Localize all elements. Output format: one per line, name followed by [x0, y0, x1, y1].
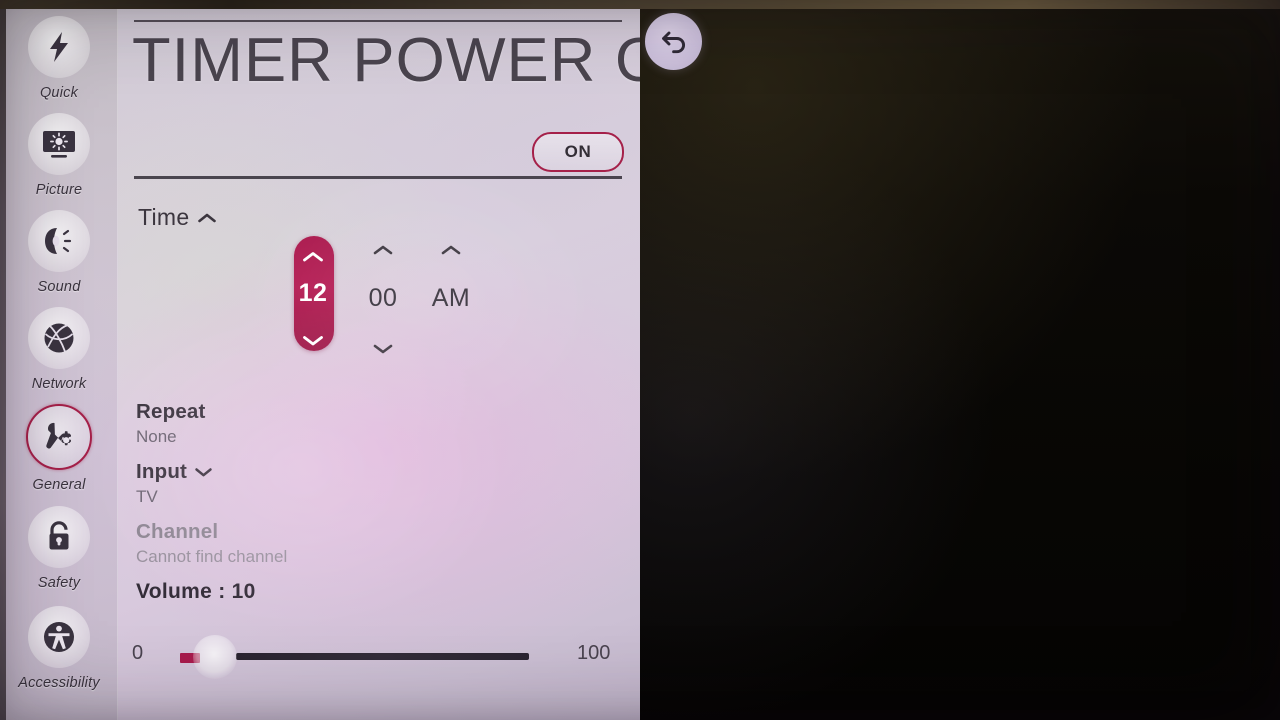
sidebar-item-network[interactable]: Network [0, 307, 118, 392]
channel-value: Cannot find channel [136, 547, 288, 566]
screen-left-edge [0, 0, 6, 720]
sidebar-item-label: General [32, 477, 86, 493]
sidebar-item-label: Network [31, 376, 87, 392]
back-arrow-icon [661, 31, 685, 53]
accessibility-person-icon [28, 606, 90, 668]
back-button[interactable] [645, 13, 702, 70]
channel-header: Channel [136, 520, 287, 544]
repeat-value: None [136, 427, 177, 446]
tv-picture-dark-area [640, 0, 1280, 720]
repeat-label: Repeat [136, 400, 206, 423]
volume-slider[interactable]: 0 100 [118, 635, 640, 682]
repeat-header[interactable]: Repeat [136, 400, 206, 424]
volume-slider-track[interactable] [236, 653, 529, 660]
padlock-icon [28, 506, 90, 568]
speaker-icon [28, 210, 90, 272]
chevron-down-icon [194, 466, 213, 478]
globe-icon [28, 307, 90, 369]
repeat-row[interactable]: Repeat None [136, 400, 206, 447]
sidebar-item-label: Quick [39, 85, 79, 101]
display-brightness-icon [28, 113, 90, 175]
volume-max-label: 100 [577, 642, 611, 664]
header-divider-bottom [134, 176, 622, 179]
time-section-header[interactable]: Time [138, 204, 217, 231]
channel-row: Channel Cannot find channel [136, 520, 287, 567]
sidebar-item-label: Sound [37, 279, 81, 295]
sidebar-item-safety[interactable]: Safety [0, 506, 118, 591]
timer-power-on-toggle[interactable]: ON [532, 132, 624, 172]
input-header[interactable]: Input [136, 460, 213, 484]
lightning-icon [28, 16, 90, 78]
channel-label: Channel [136, 520, 219, 543]
sidebar-item-accessibility[interactable]: Accessibility [0, 606, 118, 691]
settings-panel: Quick Picture Sound Network General Safe… [0, 8, 640, 720]
settings-sidebar: Quick Picture Sound Network General Safe… [0, 8, 118, 720]
time-label: Time [138, 204, 190, 230]
sidebar-item-label: Safety [37, 575, 81, 591]
input-label: Input [136, 460, 188, 483]
sidebar-item-label: Accessibility [18, 675, 100, 691]
settings-content: TIMER POWER ON ON Time 12 [118, 8, 640, 720]
sidebar-item-sound[interactable]: Sound [0, 210, 118, 295]
meridiem-value: AM [431, 284, 471, 312]
screen-top-band [0, 0, 1280, 9]
sidebar-item-general[interactable]: General [0, 404, 118, 493]
input-value: TV [136, 487, 158, 506]
sidebar-item-quick[interactable]: Quick [0, 16, 118, 101]
sidebar-item-picture[interactable]: Picture [0, 113, 118, 198]
input-row[interactable]: Input TV [136, 460, 213, 507]
tv-screen: Quick Picture Sound Network General Safe… [0, 0, 1280, 720]
volume-label: Volume : 10 [136, 580, 256, 603]
toggle-label: ON [564, 142, 592, 161]
volume-slider-knob[interactable] [193, 635, 237, 679]
chevron-up-icon [197, 212, 217, 224]
page-title: TIMER POWER ON [132, 26, 640, 95]
meridiem-spinner[interactable]: AM [408, 236, 494, 361]
sidebar-item-label: Picture [35, 182, 83, 198]
time-spinner-row: 12 00 AM [118, 236, 640, 361]
wrench-gear-icon [26, 404, 92, 470]
volume-min-label: 0 [132, 642, 144, 664]
header-divider-top [134, 20, 622, 22]
